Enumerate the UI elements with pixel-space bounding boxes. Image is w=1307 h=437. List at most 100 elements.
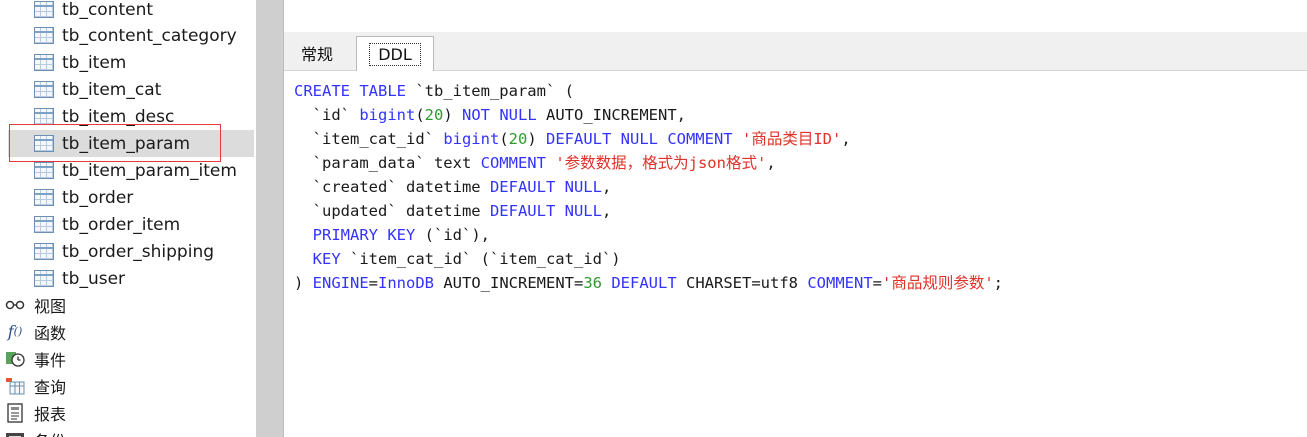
- ddl-keyword: ENGINE: [312, 274, 369, 292]
- ddl-keyword: COMMENT: [807, 274, 873, 292]
- ddl-string: '商品类目ID': [741, 130, 842, 148]
- ddl-keyword: COMMENT: [480, 154, 546, 172]
- ddl-text: `tb_item_param` (: [405, 82, 574, 100]
- tree-item-reports[interactable]: 报表: [4, 399, 66, 426]
- table-item-tb-content-category[interactable]: tb_content_category: [34, 22, 254, 49]
- table-icon: [34, 108, 54, 125]
- table-item-tb-item-param[interactable]: tb_item_param: [8, 130, 254, 157]
- function-icon: f(): [7, 322, 23, 341]
- ddl-keyword: InnoDB: [378, 274, 435, 292]
- table-item-tb-item-cat[interactable]: tb_item_cat: [34, 76, 254, 103]
- glasses-icon: [4, 295, 26, 315]
- ddl-text: [546, 154, 555, 172]
- navigator-tree: tb_content tb_content_category tb_item t…: [0, 0, 256, 437]
- tree-item-events[interactable]: 事件: [4, 345, 66, 372]
- table-icon: [34, 27, 54, 44]
- pane-splitter[interactable]: [256, 0, 284, 437]
- ddl-keyword: DEFAULT NULL COMMENT: [546, 130, 733, 148]
- ddl-text: `created` datetime: [294, 178, 490, 196]
- table-icon: [34, 135, 54, 152]
- table-label: tb_content_category: [62, 25, 237, 46]
- table-label: tb_item_desc: [62, 106, 175, 127]
- table-icon: [34, 189, 54, 206]
- table-item-tb-item-param-item[interactable]: tb_item_param_item: [34, 157, 254, 184]
- ddl-text: ): [443, 106, 463, 124]
- table-icon: [34, 162, 54, 179]
- ddl-text: `id`: [294, 106, 360, 124]
- tree-item-label: 报表: [34, 404, 67, 424]
- info-header-area: [284, 0, 1307, 32]
- table-icon: [34, 81, 54, 98]
- ddl-text: ,: [601, 178, 612, 196]
- tree-item-label: 查询: [34, 377, 67, 397]
- ddl-string: '商品规则参数': [882, 274, 994, 292]
- table-label: tb_item_param: [62, 133, 191, 154]
- tab-ddl-label: DDL: [369, 42, 421, 66]
- report-icon: [4, 402, 26, 423]
- ddl-keyword: DEFAULT NULL: [489, 202, 602, 220]
- ddl-number: 20: [424, 106, 444, 124]
- table-icon: [34, 54, 54, 71]
- ddl-code-view[interactable]: CREATE TABLE `tb_item_param` ( `id` bigi…: [294, 79, 1003, 295]
- tree-item-functions[interactable]: f() 函数: [4, 318, 66, 345]
- ddl-text: ): [527, 130, 546, 148]
- tab-general-label: 常规: [300, 45, 333, 64]
- ddl-type: bigint: [443, 130, 500, 148]
- table-item-tb-order-item[interactable]: tb_order_item: [34, 211, 254, 238]
- ddl-text: AUTO_INCREMENT=: [434, 274, 584, 292]
- ddl-text: `updated` datetime: [294, 202, 490, 220]
- ddl-text: `param_data` text: [294, 154, 481, 172]
- table-label: tb_content: [62, 0, 154, 20]
- tree-item-queries[interactable]: 查询: [4, 372, 66, 399]
- ddl-text: AUTO_INCREMENT,: [536, 106, 686, 124]
- tree-item-views[interactable]: 视图: [4, 291, 66, 318]
- ddl-keyword: DEFAULT: [611, 274, 677, 292]
- tree-item-label: 备份: [34, 428, 66, 437]
- ddl-text: `item_cat_id`: [294, 130, 444, 148]
- ddl-text: ,: [841, 130, 851, 148]
- ddl-text: =: [872, 274, 882, 292]
- table-label: tb_item_cat: [62, 79, 162, 100]
- event-clock-icon: [4, 349, 26, 369]
- ddl-text: `item_cat_id` (`item_cat_id`): [340, 250, 621, 268]
- backup-icon: [4, 430, 26, 437]
- table-item-tb-content[interactable]: tb_content: [34, 0, 254, 23]
- ddl-text: (`id`),: [415, 226, 490, 244]
- table-label: tb_order_shipping: [62, 241, 215, 262]
- table-item-tb-item-desc[interactable]: tb_item_desc: [34, 103, 254, 130]
- tab-ddl[interactable]: DDL: [356, 36, 434, 71]
- ddl-text: (: [415, 106, 425, 124]
- table-icon: [34, 1, 54, 18]
- table-item-tb-item[interactable]: tb_item: [34, 49, 254, 76]
- tree-item-backups[interactable]: 备份: [4, 426, 66, 437]
- ddl-text: =: [368, 274, 379, 292]
- table-label: tb_order: [62, 187, 134, 208]
- table-item-tb-order[interactable]: tb_order: [34, 184, 254, 211]
- ddl-keyword: DEFAULT NULL: [489, 178, 602, 196]
- table-icon: [34, 216, 54, 233]
- table-item-tb-user[interactable]: tb_user: [34, 265, 254, 292]
- table-item-tb-order-shipping[interactable]: tb_order_shipping: [34, 238, 254, 265]
- table-label: tb_item: [62, 52, 127, 73]
- ddl-string: '参数数据，格式为json格式': [555, 154, 767, 172]
- ddl-keyword: NOT NULL: [462, 106, 537, 124]
- ddl-text: ,: [766, 154, 776, 172]
- table-icon: [34, 270, 54, 287]
- tree-item-label: 视图: [34, 296, 67, 316]
- tab-bar: 常规 DDL: [284, 32, 1307, 71]
- ddl-text: ): [294, 274, 313, 292]
- query-icon: [4, 376, 26, 396]
- ddl-keyword: CREATE TABLE: [294, 82, 406, 100]
- ddl-text: (: [499, 130, 509, 148]
- table-label: tb_item_param_item: [62, 160, 237, 181]
- tab-general[interactable]: 常规: [290, 37, 344, 69]
- ddl-keyword: KEY: [294, 250, 341, 268]
- object-info-pane: 常规 DDL CREATE TABLE `tb_item_param` ( `i…: [284, 0, 1307, 437]
- table-icon: [34, 243, 54, 260]
- ddl-text: [602, 274, 611, 292]
- ddl-text: ;: [993, 274, 1004, 292]
- tree-item-label: 函数: [34, 323, 67, 343]
- tree-item-label: 事件: [34, 350, 67, 370]
- ddl-text: ,: [601, 202, 612, 220]
- table-label: tb_user: [62, 268, 126, 289]
